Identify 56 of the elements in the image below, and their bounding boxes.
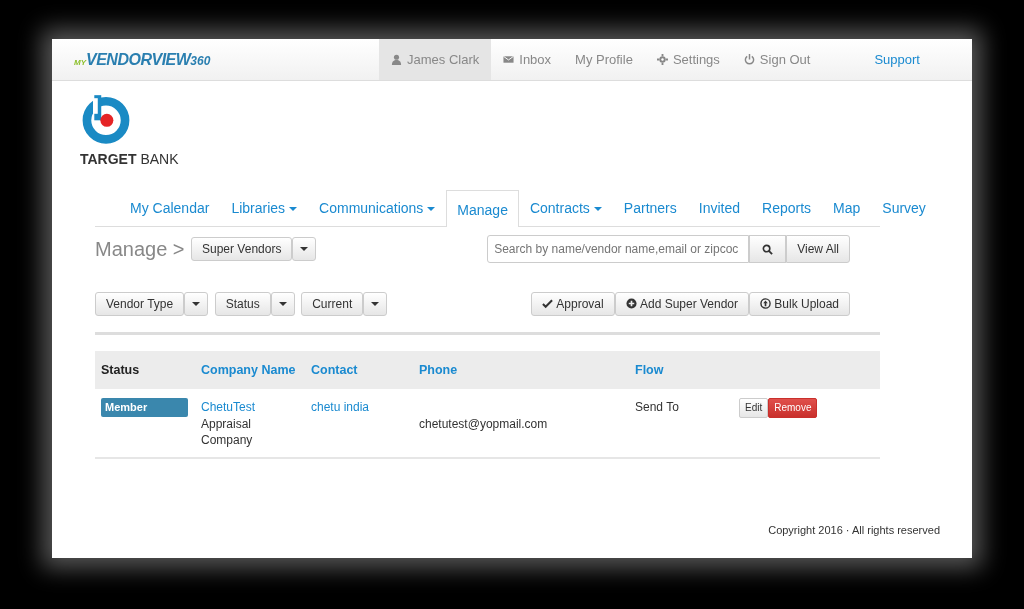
dropdown-toggle[interactable] [363, 291, 388, 316]
column-sort-link[interactable]: Flow [635, 362, 664, 377]
search-icon [762, 243, 774, 255]
filter-dropdown[interactable]: Current [301, 291, 364, 316]
column-sort-link[interactable]: Phone [419, 362, 458, 377]
bank-logo-icon [80, 93, 132, 145]
settings-icon [656, 54, 668, 65]
nav-tab[interactable]: Reports [751, 190, 823, 227]
plus-circle-icon [625, 298, 637, 309]
remove-button[interactable]: Remove [768, 398, 818, 419]
search-field[interactable]: Search by name/vendor name,email or zipcoc [487, 234, 750, 263]
nav-tab[interactable]: Libraries [220, 190, 309, 227]
bank-name: TARGET BANK [80, 150, 179, 169]
company-type-text: Appraisal Company [201, 416, 254, 449]
nav-link[interactable]: Settings [644, 39, 732, 80]
dropdown-toggle[interactable] [184, 291, 209, 316]
action-button[interactable]: Bulk Upload [749, 291, 850, 316]
search-button[interactable] [749, 234, 787, 263]
filter-dropdown[interactable]: Vendor Type [95, 291, 185, 316]
upload-circle-icon [760, 298, 772, 309]
view-all-button[interactable]: View All [786, 234, 850, 263]
nav-link[interactable]: Sign Out [731, 39, 823, 80]
column-header: Status [101, 362, 140, 377]
flow-text: Send To [635, 400, 679, 415]
support-link[interactable]: Support [862, 39, 932, 80]
logo[interactable]: MYVENDORVIEW360 [74, 47, 211, 72]
column-sort-link[interactable]: Contact [311, 362, 358, 377]
nav-tab[interactable]: My Calendar [119, 190, 221, 227]
nav-tab[interactable]: Communications [308, 190, 447, 227]
check-icon [542, 298, 554, 309]
column-sort-link[interactable]: Company Name [201, 362, 296, 377]
action-button[interactable]: Add Super Vendor [614, 291, 750, 316]
nav-tab[interactable]: Map [822, 190, 872, 227]
power-icon [743, 54, 755, 65]
nav-tab[interactable]: Manage [446, 190, 519, 227]
page-title: Manage > [95, 236, 185, 262]
nav-link[interactable]: My Profile [563, 39, 645, 80]
nav-link[interactable]: Inbox [491, 39, 564, 80]
action-button[interactable]: Approval [531, 291, 615, 316]
nav-tab[interactable]: Survey [871, 190, 937, 227]
dropdown-toggle[interactable] [292, 236, 317, 261]
phone-text: chetutest@yopmail.com [419, 416, 548, 434]
copyright-text: Copyright 2016 · All rights reserved [768, 522, 941, 538]
filter-dropdown[interactable]: Status [214, 291, 271, 316]
view-select[interactable]: Super Vendors [191, 236, 293, 261]
dropdown-toggle[interactable] [270, 291, 295, 316]
edit-button[interactable]: Edit [739, 398, 769, 419]
contact-name-link[interactable]: chetu india [311, 400, 370, 415]
nav-tab[interactable]: Invited [687, 190, 752, 227]
company-link[interactable]: ChetuTest [201, 398, 299, 417]
envelope-icon [503, 54, 515, 65]
status-badge: Member [101, 398, 188, 417]
nav-tab[interactable]: Partners [612, 190, 688, 227]
nav-tab[interactable]: Contracts [518, 190, 613, 227]
nav-link[interactable]: James Clark [379, 39, 492, 80]
user-icon [391, 54, 402, 65]
